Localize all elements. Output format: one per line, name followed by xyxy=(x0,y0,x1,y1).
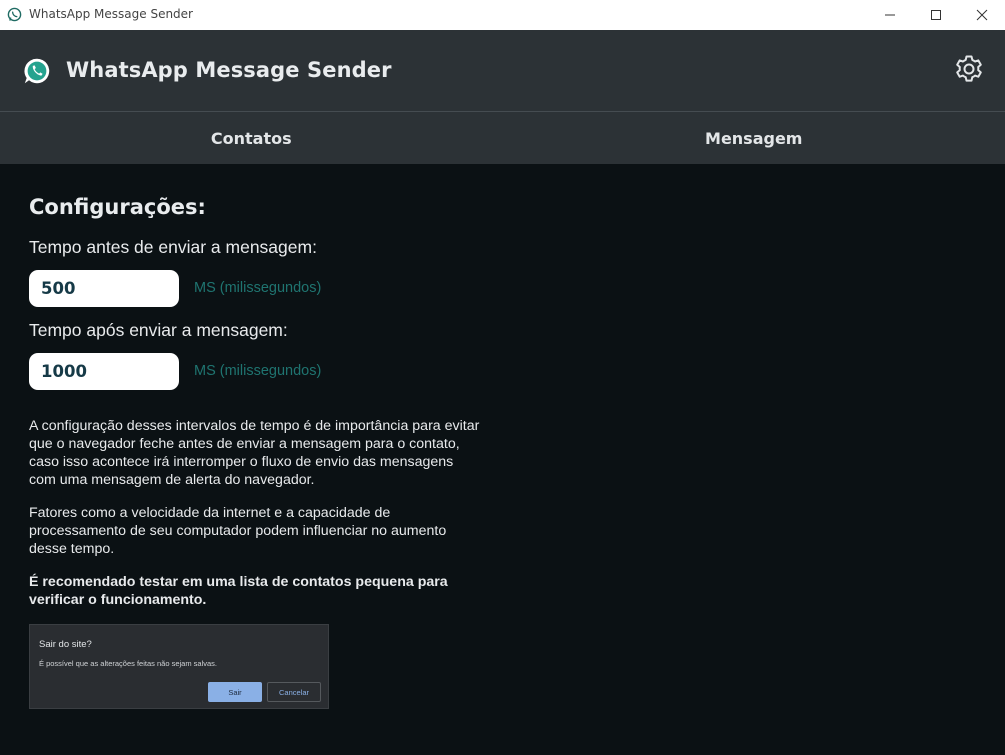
info-paragraph-intervals: A configuração desses intervalos de temp… xyxy=(29,418,480,488)
dialog-message: É possível que as alterações feitas não … xyxy=(39,659,218,668)
time-after-input[interactable] xyxy=(29,353,179,390)
minimize-icon xyxy=(885,14,895,16)
info-paragraph-recommendation: É recomendado testar em uma lista de con… xyxy=(29,574,448,608)
window-titlebar: WhatsApp Message Sender xyxy=(0,0,1005,30)
dialog-title: Sair do site? xyxy=(39,639,92,650)
info-paragraph-factors: Fatores como a velocidade da internet e … xyxy=(29,505,447,557)
tab-bar: Contatos Mensagem xyxy=(0,111,1005,164)
tab-mensagem[interactable]: Mensagem xyxy=(503,112,1005,164)
time-before-input[interactable] xyxy=(29,270,179,307)
time-after-unit: MS (milissegundos) xyxy=(194,363,322,379)
dialog-leave-button: Sair xyxy=(208,682,262,702)
app-header: WhatsApp Message Sender xyxy=(0,30,1005,111)
close-button[interactable] xyxy=(959,0,1005,30)
app-title: WhatsApp Message Sender xyxy=(66,58,392,82)
time-before-label: Tempo antes de enviar a mensagem: xyxy=(29,237,317,257)
minimize-button[interactable] xyxy=(867,0,913,30)
tab-contatos[interactable]: Contatos xyxy=(0,112,503,164)
settings-heading: Configurações: xyxy=(29,195,206,219)
window-title: WhatsApp Message Sender xyxy=(29,7,193,21)
whatsapp-icon xyxy=(7,7,22,22)
maximize-button[interactable] xyxy=(913,0,959,30)
maximize-icon xyxy=(931,10,941,20)
time-before-unit: MS (milissegundos) xyxy=(194,280,322,296)
whatsapp-icon xyxy=(24,58,50,84)
example-leave-site-dialog: Sair do site? É possível que as alteraçõ… xyxy=(29,624,329,709)
gear-icon[interactable] xyxy=(953,53,985,85)
time-after-label: Tempo após enviar a mensagem: xyxy=(29,320,288,340)
dialog-cancel-button: Cancelar xyxy=(267,682,321,702)
close-icon xyxy=(976,9,988,21)
